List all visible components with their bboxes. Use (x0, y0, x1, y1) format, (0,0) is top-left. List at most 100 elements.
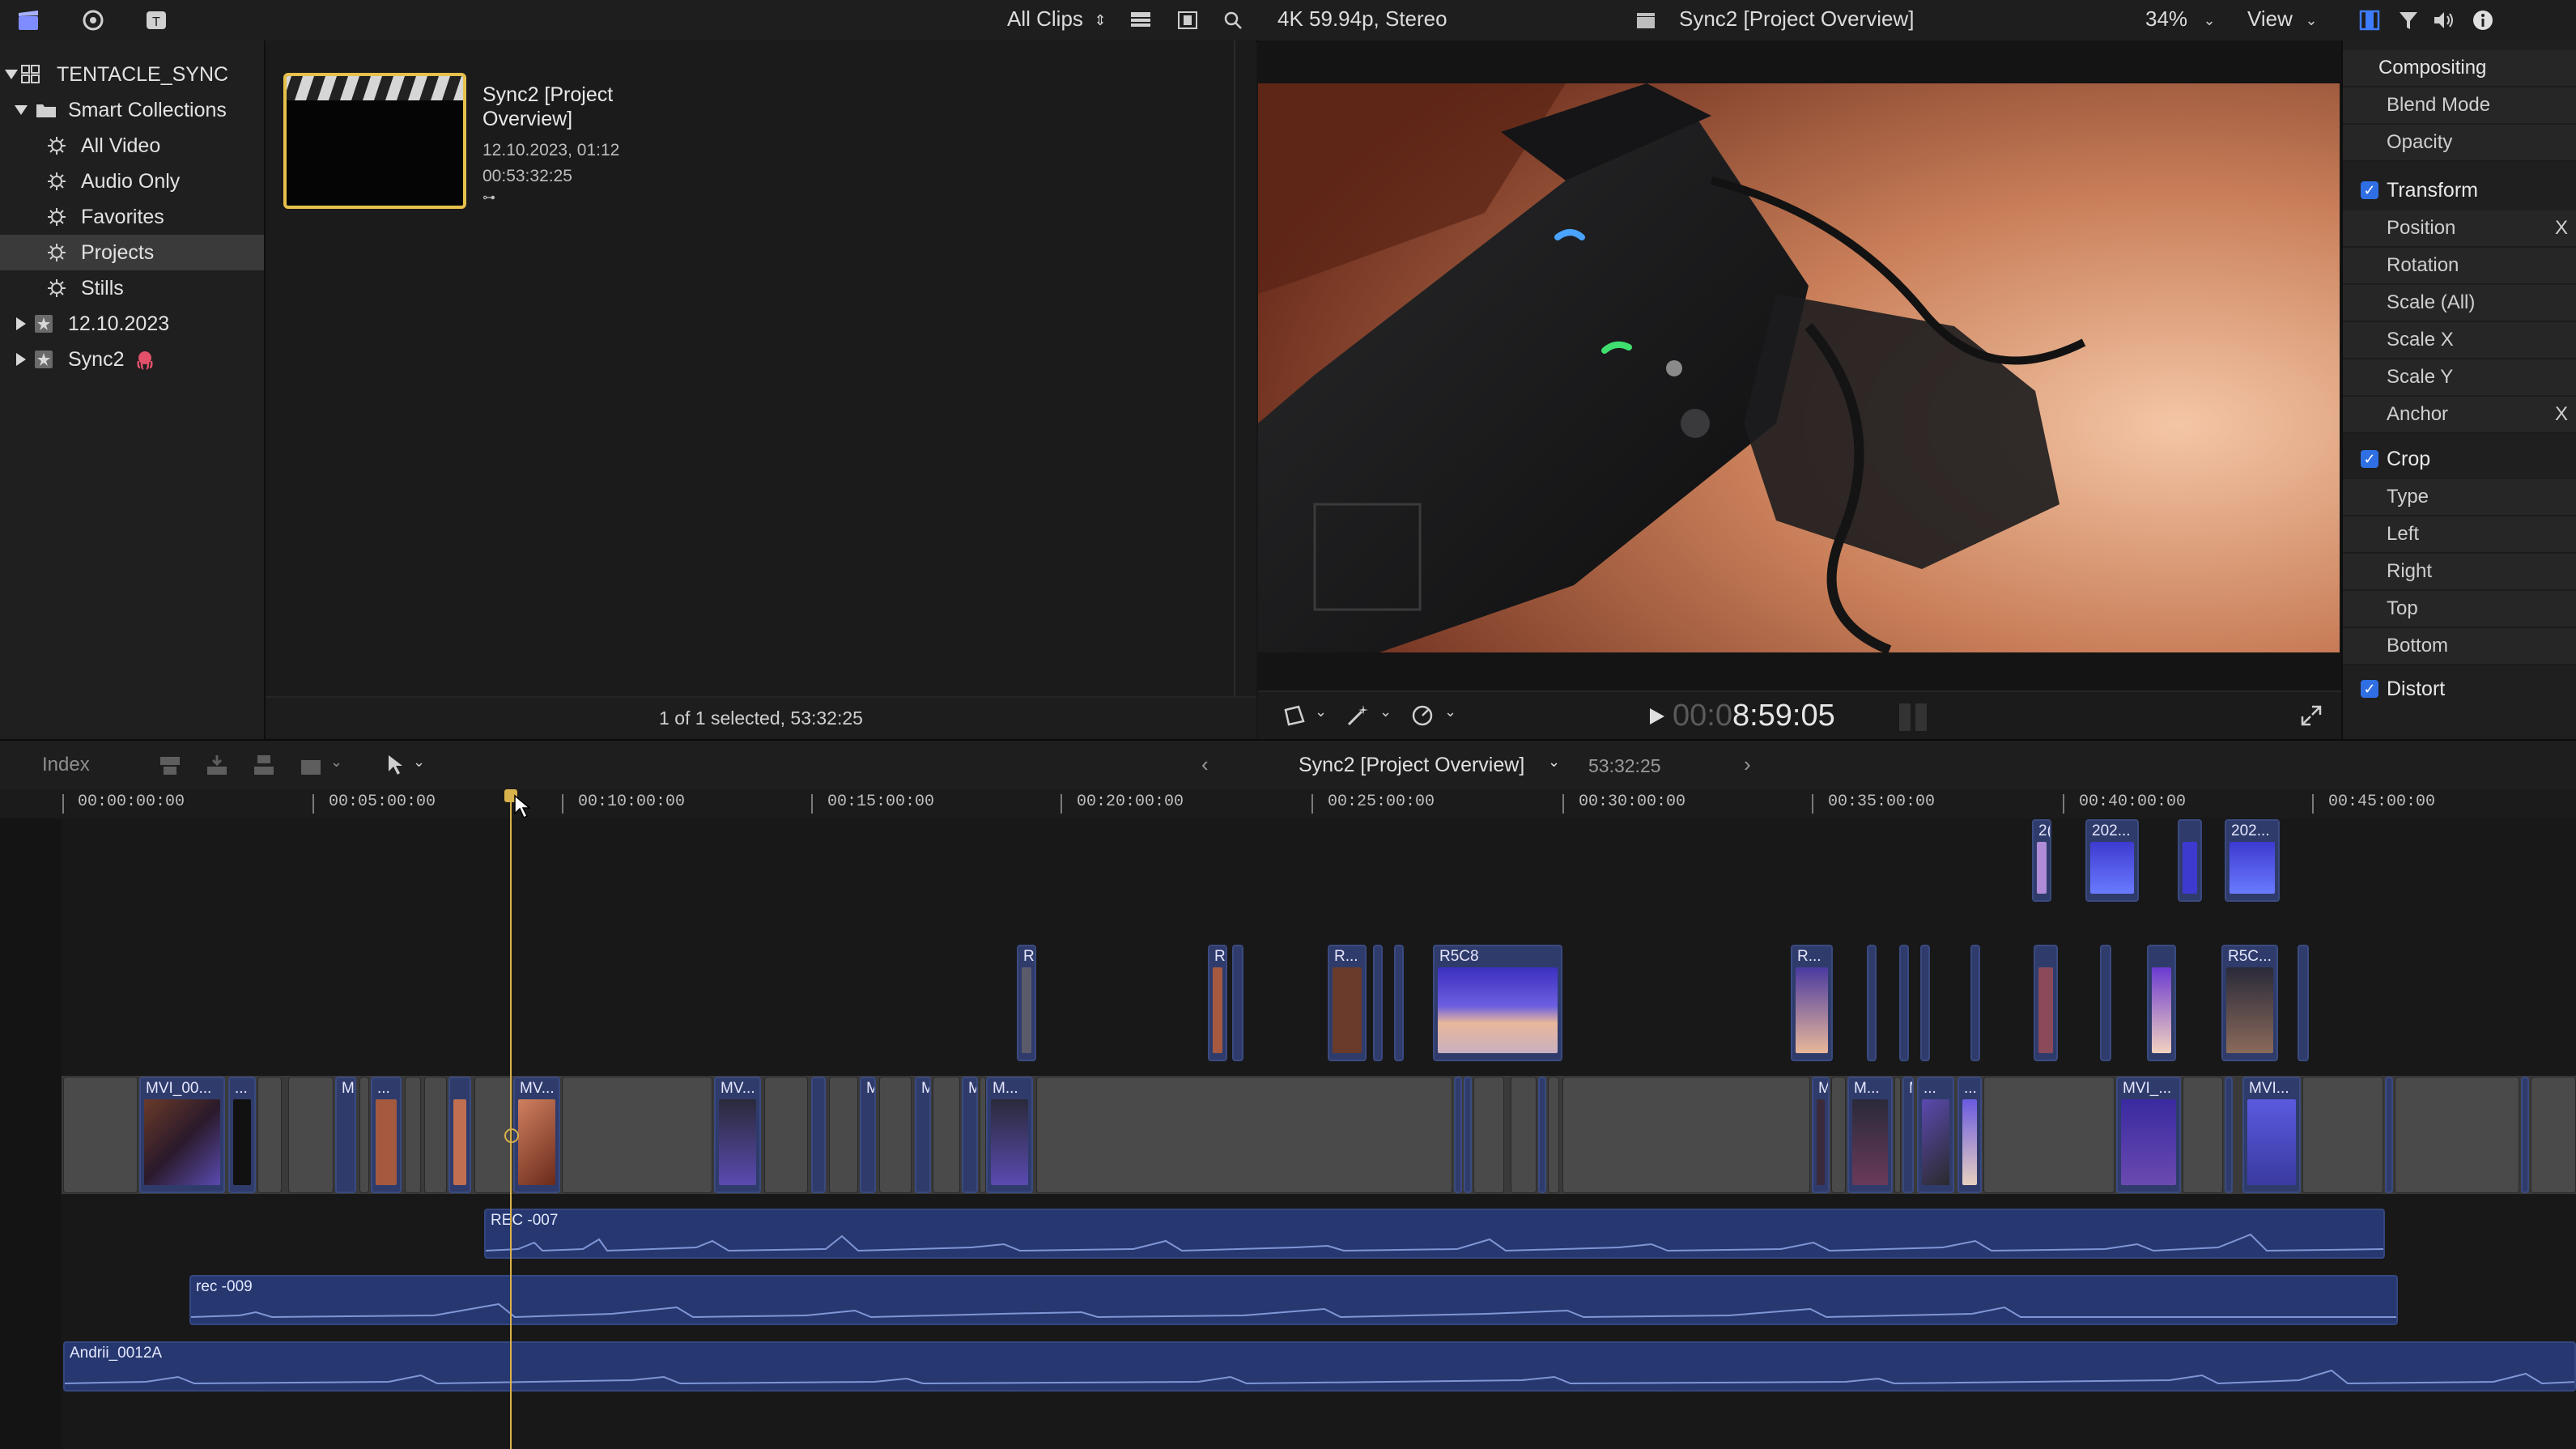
photos-music-icon[interactable] (79, 6, 107, 34)
primary-clip[interactable]: M... (1847, 1077, 1893, 1193)
primary-clip[interactable]: M (915, 1077, 931, 1193)
connected-clip[interactable] (2147, 945, 2176, 1061)
gap-clip[interactable] (1511, 1077, 1537, 1193)
checkmark-icon[interactable]: ✓ (2361, 680, 2378, 698)
timeline-area[interactable]: 2( 202... 202... R R R... R5C8 R... R5C.… (0, 789, 2576, 1449)
index-button[interactable]: Index (42, 754, 90, 776)
view-menu[interactable]: View (2247, 0, 2293, 37)
connected-clip[interactable] (1920, 945, 1930, 1061)
primary-clip[interactable] (1454, 1077, 1462, 1193)
gap-clip[interactable] (933, 1077, 960, 1193)
gap-clip[interactable] (879, 1077, 912, 1193)
magic-wand-icon[interactable] (1345, 703, 1370, 728)
inspector-crop-type[interactable]: Type (2343, 479, 2576, 516)
primary-clip[interactable]: ... (228, 1077, 256, 1193)
playhead[interactable] (510, 789, 512, 1449)
transform-tool-icon[interactable] (1282, 703, 1307, 728)
primary-clip[interactable] (811, 1077, 826, 1193)
nav-back-chevron-icon[interactable]: ‹ (1201, 752, 1209, 777)
connected-clip[interactable]: R5C8 (1433, 945, 1562, 1061)
connected-clip[interactable] (1232, 945, 1243, 1061)
inspector-opacity[interactable]: Opacity (2343, 125, 2576, 162)
audio-clip[interactable]: Andrii_0012A (63, 1341, 2576, 1392)
connected-clip[interactable] (1394, 945, 1404, 1061)
connected-clip[interactable] (1373, 945, 1383, 1061)
search-icon[interactable] (1219, 6, 1247, 34)
filter-inspector-icon[interactable] (2395, 6, 2422, 34)
inspector-crop-right[interactable]: Right (2343, 554, 2576, 591)
chevron-down-icon[interactable]: ⌄ (330, 754, 342, 771)
disclosure-closed-icon[interactable] (16, 353, 26, 366)
inspector-scale-y[interactable]: Scale Y (2343, 359, 2576, 397)
connected-clip[interactable]: R (1017, 945, 1036, 1061)
gap-clip[interactable] (2183, 1077, 2223, 1193)
gap-clip[interactable] (257, 1077, 282, 1193)
inspector-compositing-header[interactable]: Compositing (2343, 50, 2576, 87)
inspector-crop-top[interactable]: Top (2343, 591, 2576, 628)
nav-forward-chevron-icon[interactable]: › (1744, 752, 1751, 777)
library-row[interactable]: TENTACLE_SYNC (0, 57, 264, 92)
event-row-sync2[interactable]: Sync2 (0, 342, 264, 377)
gap-clip[interactable] (2302, 1077, 2383, 1193)
primary-clip[interactable] (1538, 1077, 1546, 1193)
sidebar-item-all-video[interactable]: All Video (0, 128, 264, 164)
timeline-ruler[interactable]: 00:00:00:00 00:05:00:00 00:10:00:00 00:1… (0, 789, 2576, 820)
project-name-dropdown[interactable]: Sync2 [Project Overview] (1299, 754, 1524, 777)
inspector-transform-header[interactable]: ✓ Transform (2343, 170, 2576, 210)
audio-inspector-icon[interactable] (2430, 6, 2458, 34)
gap-clip[interactable] (1831, 1077, 1846, 1193)
audio-clip[interactable]: rec -009 (189, 1275, 2398, 1325)
sidebar-item-stills[interactable]: Stills (0, 270, 264, 306)
primary-clip[interactable]: M (962, 1077, 978, 1193)
primary-clip[interactable]: MVI_00... (139, 1077, 225, 1193)
primary-clip[interactable] (1464, 1077, 1472, 1193)
connect-clip-icon[interactable] (159, 754, 181, 776)
zoom-level[interactable]: 34% (2145, 0, 2187, 37)
inspector-blend-mode[interactable]: Blend Mode (2343, 87, 2576, 125)
chevron-down-icon[interactable]: ⌄ (1315, 703, 1327, 720)
gap-clip[interactable] (359, 1077, 369, 1193)
disclosure-open-icon[interactable] (15, 105, 28, 115)
connected-clip[interactable] (2034, 945, 2058, 1061)
play-button-icon[interactable] (1647, 707, 1666, 726)
checkmark-icon[interactable]: ✓ (2361, 450, 2378, 468)
primary-clip[interactable]: M... (986, 1077, 1033, 1193)
gap-clip[interactable] (405, 1077, 421, 1193)
primary-clip[interactable]: M (335, 1077, 356, 1193)
primary-clip[interactable]: MVI... (2242, 1077, 2301, 1193)
checkmark-icon[interactable]: ✓ (2361, 181, 2378, 199)
inspector-rotation[interactable]: Rotation (2343, 248, 2576, 285)
gap-clip[interactable] (1548, 1077, 1559, 1193)
filmstrip-icon[interactable] (1174, 6, 1201, 34)
inspector-crop-left[interactable]: Left (2343, 516, 2576, 554)
chevron-down-icon[interactable]: ⌄ (1379, 703, 1392, 720)
inspector-position[interactable]: Position X (2343, 210, 2576, 248)
connected-clip[interactable]: 2( (2032, 819, 2051, 902)
connected-clip[interactable]: R5C... (2221, 945, 2278, 1061)
insert-clip-icon[interactable] (206, 754, 228, 776)
connected-clip[interactable]: 202... (2085, 819, 2139, 902)
chevron-down-icon[interactable]: ⌄ (413, 754, 425, 771)
chevron-down-icon[interactable]: ⌄ (1444, 703, 1456, 720)
sidebar-item-favorites[interactable]: Favorites (0, 199, 264, 235)
primary-clip[interactable]: ... (1917, 1077, 1954, 1193)
gap-clip[interactable] (1473, 1077, 1504, 1193)
primary-clip[interactable]: MVI_... (2116, 1077, 2181, 1193)
gap-clip[interactable] (1562, 1077, 1810, 1193)
connected-clip[interactable] (1867, 945, 1877, 1061)
info-inspector-icon[interactable] (2469, 6, 2497, 34)
primary-clip[interactable]: MV... (513, 1077, 560, 1193)
primary-clip[interactable] (2385, 1077, 2393, 1193)
connected-clip[interactable]: 202... (2225, 819, 2280, 902)
gap-clip[interactable] (424, 1077, 447, 1193)
gap-clip[interactable] (980, 1077, 986, 1193)
video-inspector-icon[interactable] (2356, 6, 2383, 34)
gap-clip[interactable] (1036, 1077, 1452, 1193)
zoom-chevron-down-icon[interactable]: ⌄ (2196, 6, 2223, 34)
primary-clip[interactable] (2521, 1077, 2529, 1193)
gap-clip[interactable] (63, 1077, 138, 1193)
event-row-12-10-2023[interactable]: 12.10.2023 (0, 306, 264, 342)
view-chevron-down-icon[interactable]: ⌄ (2298, 6, 2325, 34)
inspector-distort-header[interactable]: ✓ Distort (2343, 669, 2576, 698)
inspector-scale-all[interactable]: Scale (All) (2343, 285, 2576, 322)
